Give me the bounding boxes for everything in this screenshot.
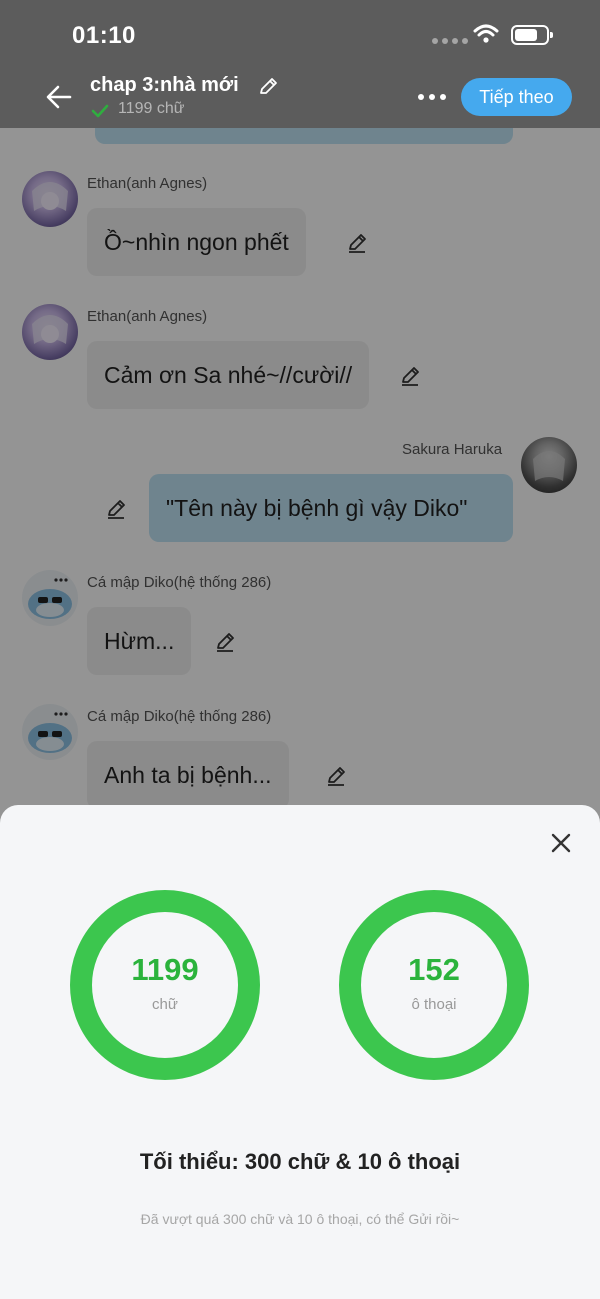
clock: 01:10 [72, 22, 136, 49]
top-nav-bar: chap 3:nhà mới 1199 chữ Tiếp theo [0, 70, 600, 128]
edit-title-icon[interactable] [257, 76, 279, 98]
requirement-subtitle: Đã vượt quá 300 chữ và 10 ô thoại, có th… [140, 1211, 460, 1227]
more-options-icon[interactable] [418, 94, 446, 100]
signal-icon [432, 38, 468, 44]
dialog-count-unit: ô thoại [411, 996, 457, 1013]
battery-icon [511, 25, 553, 45]
word-count-unit: chữ [152, 996, 178, 1013]
dialog-count-value: 152 [408, 952, 460, 987]
check-icon [91, 104, 109, 118]
wifi-icon [473, 24, 499, 43]
chapter-title: chap 3:nhà mới [90, 74, 239, 96]
requirement-title: Tối thiểu: 300 chữ & 10 ô thoại [139, 1149, 461, 1174]
word-count-value: 1199 [131, 952, 199, 987]
back-arrow-icon[interactable] [44, 82, 74, 112]
word-count-label: 1199 chữ [118, 100, 185, 117]
close-icon[interactable] [550, 832, 572, 854]
next-button[interactable]: Tiếp theo [461, 78, 572, 116]
status-bar: 01:10 [0, 0, 600, 70]
dialog-count-ring: 152 ô thoại [339, 890, 529, 1080]
word-count-ring: 1199 chữ [70, 890, 260, 1080]
